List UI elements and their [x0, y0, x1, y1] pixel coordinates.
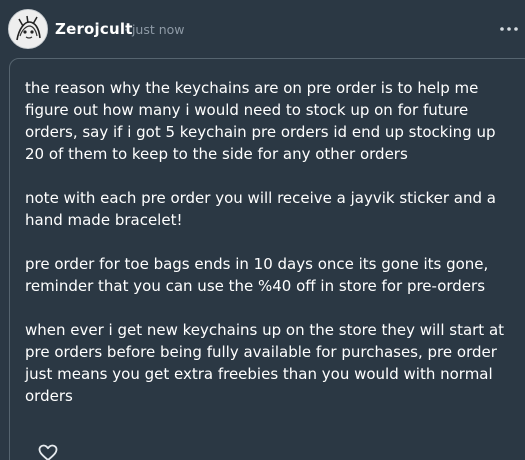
post-paragraph: when ever i get new keychains up on the … [25, 321, 505, 405]
post-header: Zerojcult · just now [0, 0, 525, 60]
more-options-icon[interactable] [498, 21, 520, 37]
post-body: the reason why the keychains are on pre … [25, 77, 515, 429]
avatar-image [9, 10, 47, 48]
post-paragraph: note with each pre order you will receiv… [25, 189, 496, 229]
username[interactable]: Zerojcult [55, 20, 133, 38]
post-paragraph: pre order for toe bags ends in 10 days o… [25, 255, 489, 295]
avatar[interactable] [8, 9, 48, 49]
post-page: Zerojcult · just now the reason why the … [0, 0, 525, 460]
post-timestamp: · just now [124, 22, 185, 37]
post-paragraph: the reason why the keychains are on pre … [25, 79, 496, 163]
heart-icon[interactable] [38, 444, 58, 460]
